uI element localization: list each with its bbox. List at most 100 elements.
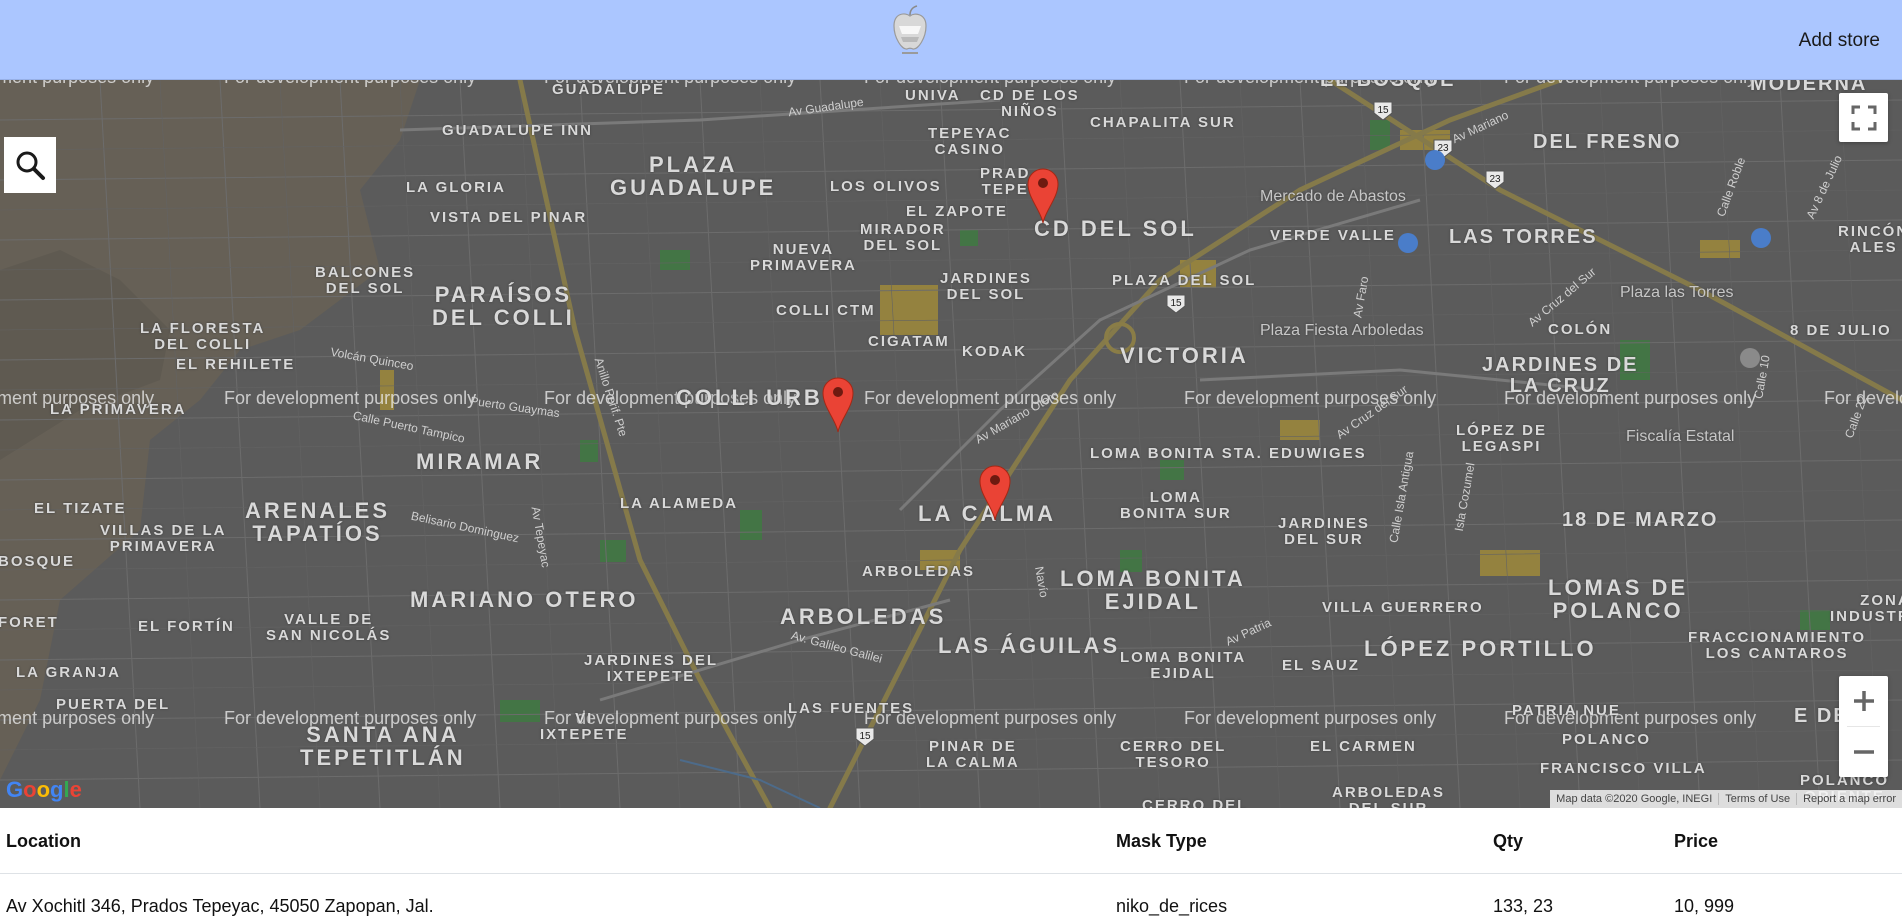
poi-label: Fiscalía Estatal: [1626, 428, 1735, 445]
area-label: LOMA BONITA EJIDAL: [1060, 566, 1246, 615]
svg-text:15: 15: [1377, 105, 1389, 116]
area-label: CHAPALITA SUR: [1090, 114, 1236, 131]
area-label: CD DE LOS NIÑOS: [980, 87, 1080, 120]
fullscreen-button[interactable]: [1839, 93, 1888, 142]
area-label: EL BOSQUE: [1320, 80, 1456, 91]
column-header-qty: Qty: [1493, 831, 1524, 851]
area-label: CERRO DEL: [1142, 797, 1249, 808]
area-label: LA FLORESTA DEL COLLI: [140, 320, 266, 353]
area-label: JARDINES DEL IXTEPETE: [584, 652, 719, 685]
area-label: PATRIA NUE: [1512, 702, 1621, 719]
area-label: LA GRANJA: [16, 664, 121, 681]
area-label: LA GLORIA: [406, 179, 506, 196]
table-header: Location Mask Type Qty Price: [0, 808, 1902, 874]
area-label: 18 DE MARZO: [1562, 509, 1719, 531]
area-label: PARAÍSOS DEL COLLI: [432, 282, 575, 331]
watermark-text: For development purposes only: [224, 388, 477, 408]
column-header-mask-type: Mask Type: [1116, 831, 1207, 851]
area-label: BALCONES DEL SOL: [315, 264, 416, 297]
map-data-credit: Map data ©2020 Google, INEGI: [1556, 793, 1713, 805]
area-label: LA PRIMAVERA: [50, 401, 187, 418]
apple-logo-icon[interactable]: [888, 4, 932, 56]
poi-label: Plaza Fiesta Arboledas: [1260, 322, 1424, 339]
area-label: KODAK: [962, 343, 1027, 360]
fullscreen-icon: [1851, 105, 1876, 130]
area-label: TEPEYAC CASINO: [928, 125, 1012, 158]
area-label: COLÓN: [1548, 321, 1613, 338]
area-label: ARENALES TAPATÍOS: [245, 498, 391, 547]
area-label: JARDINES DEL SOL: [940, 270, 1032, 303]
plus-icon: [1853, 691, 1874, 711]
area-label: LOMA BONITA SUR: [1120, 489, 1232, 522]
area-label: FRACCIONAMIENTO LOS CANTAROS: [1688, 629, 1867, 662]
area-label: LAS ÁGUILAS: [938, 633, 1121, 658]
area-label: COLLI URB: [676, 385, 823, 410]
poi-label: Mercado de Abastos: [1260, 188, 1406, 205]
area-label: MIRAMAR: [416, 449, 544, 474]
area-label: LÓPEZ PORTILLO: [1364, 636, 1597, 661]
zoom-out-button[interactable]: [1839, 727, 1888, 777]
store-marker-pin[interactable]: [821, 375, 855, 433]
area-label: RINCÓN ALES: [1838, 223, 1902, 256]
watermark-text: For development purposes only: [1184, 708, 1437, 728]
area-label: DEL FRESNO: [1533, 131, 1682, 153]
area-label: PRAD TEPE: [980, 165, 1031, 198]
area-label: EL CARMEN: [1310, 738, 1417, 755]
area-label: PUERTA DEL: [56, 696, 171, 713]
area-label: LOMA BONITA EJIDAL: [1120, 649, 1247, 682]
column-header-price: Price: [1674, 831, 1719, 851]
area-label: VI IXTEPETE: [540, 710, 629, 743]
area-label: JARDINES DEL SUR: [1278, 515, 1370, 548]
google-logo[interactable]: Google: [6, 777, 82, 803]
area-label: BOSQUE: [0, 553, 76, 570]
area-label: CERRO DEL TESORO: [1120, 738, 1227, 771]
column-header-location: Location: [6, 831, 81, 851]
area-label: VALLE DE SAN NICOLÁS: [266, 611, 392, 644]
area-label: PLAZA GUADALUPE: [610, 152, 777, 201]
area-label: ZONA INDUSTRIAL: [1830, 592, 1902, 625]
area-label: LAS FUENTES: [788, 700, 915, 717]
area-label: POLANCO: [1562, 731, 1651, 748]
area-label: VILLA GUERRERO: [1322, 599, 1484, 616]
poi-label: Plaza las Torres: [1620, 284, 1734, 301]
map-base-layer: 15 23 23 15 15: [0, 80, 1902, 808]
area-label: SANTA ANA TEPETITLÁN: [300, 722, 466, 771]
zoom-controls: [1839, 676, 1888, 777]
area-label: FORET: [0, 614, 59, 631]
search-button[interactable]: [4, 137, 56, 193]
minus-icon: [1853, 750, 1874, 754]
area-label: COLLI CTM: [776, 302, 876, 319]
terms-of-use-link[interactable]: Terms of Use: [1718, 793, 1796, 805]
zoom-in-button[interactable]: [1839, 676, 1888, 726]
area-label: 8 DE JULIO: [1790, 322, 1892, 339]
area-label: FRANCISCO VILLA: [1540, 760, 1707, 777]
area-label: VILLAS DE LA PRIMAVERA: [100, 522, 227, 555]
watermark-text: For development purposes only: [1504, 80, 1756, 88]
search-icon: [16, 151, 45, 180]
area-label: GUADALUPE: [552, 81, 666, 98]
area-label: GUADALUPE INN: [442, 122, 594, 139]
add-store-button[interactable]: Add store: [1799, 30, 1880, 52]
area-label: CIGATAM: [868, 333, 950, 350]
cell-mask-type: niko_de_rices: [1116, 896, 1228, 916]
area-label: EL FORTÍN: [138, 618, 235, 635]
map-attribution: Map data ©2020 Google, INEGI Terms of Us…: [1550, 790, 1902, 808]
area-label: PLAZA DEL SOL: [1112, 272, 1257, 289]
area-label: UNIVA: [905, 87, 961, 104]
store-marker-pin[interactable]: [978, 463, 1012, 521]
area-label: MIRADOR DEL SOL: [860, 221, 946, 254]
area-label: MARIANO OTERO: [410, 587, 639, 612]
area-label: EL REHILETE: [176, 356, 296, 373]
store-marker-pin[interactable]: [1026, 166, 1060, 224]
svg-text:15: 15: [1170, 298, 1182, 309]
area-label: VICTORIA: [1120, 343, 1249, 368]
area-label: ARBOLEDAS DEL SUR: [1332, 784, 1446, 808]
area-label: LOMAS DE POLANCO: [1548, 575, 1689, 624]
area-label: PINAR DE LA CALMA: [926, 738, 1020, 771]
cell-qty: 133, 23: [1493, 896, 1554, 916]
area-label: LÓPEZ DE LEGASPI: [1456, 422, 1548, 455]
watermark-text: For development purposes only: [224, 80, 476, 88]
watermark-text: For development purposes only: [864, 388, 1117, 408]
map-view[interactable]: 15 23 23 15 15 For development purposes …: [0, 80, 1902, 808]
report-map-error-link[interactable]: Report a map error: [1796, 793, 1902, 805]
